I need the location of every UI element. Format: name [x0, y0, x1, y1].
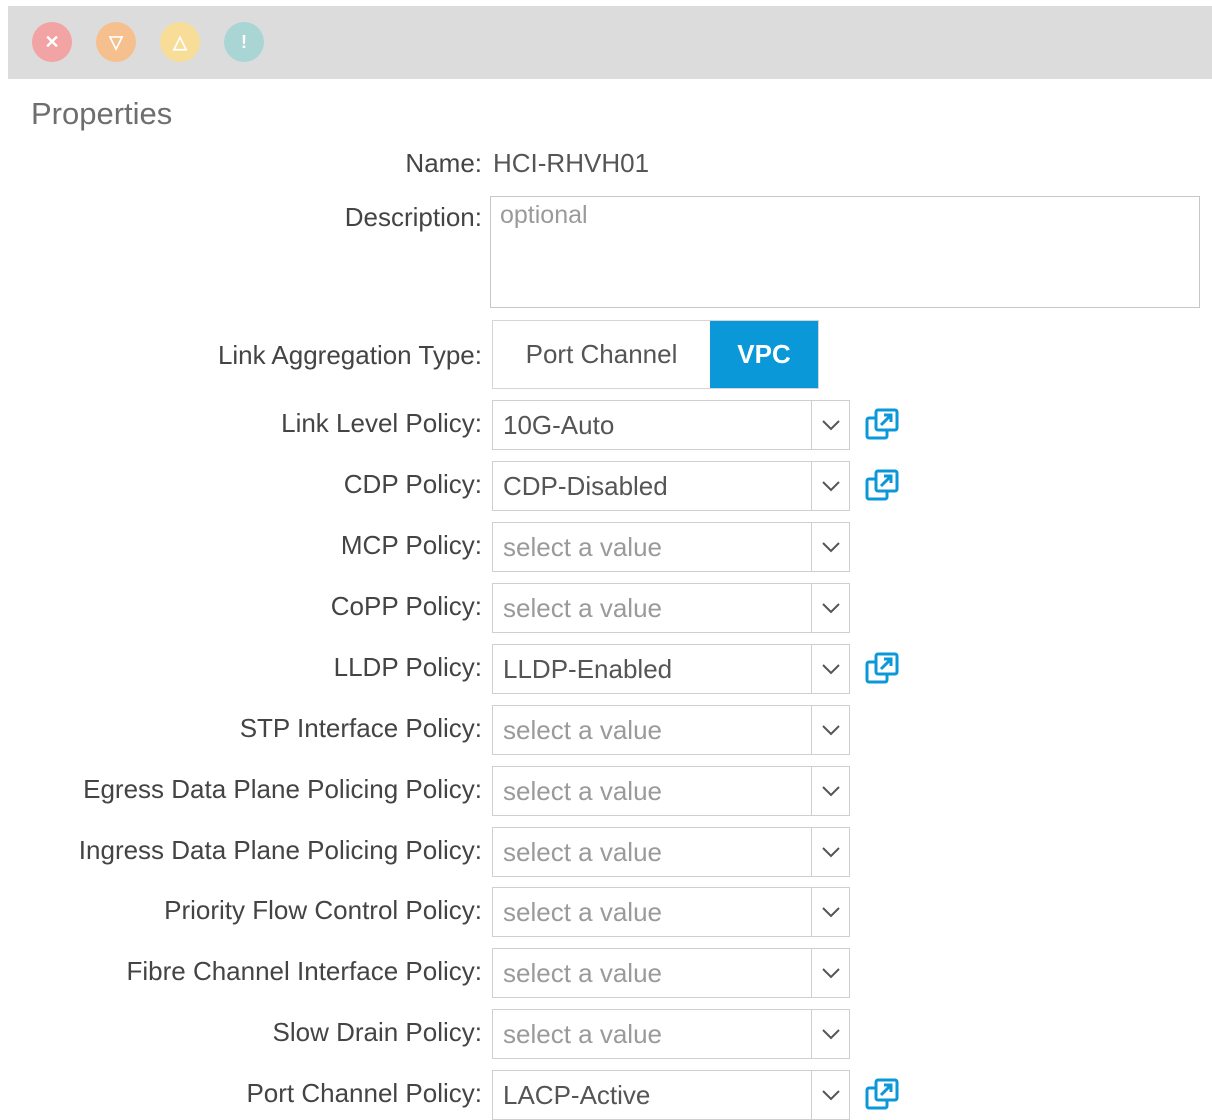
lldp-policy-select[interactable]: LLDP-Enabled: [492, 644, 850, 694]
open-policy-icon[interactable]: [864, 1077, 900, 1113]
select-value: select a value: [503, 836, 662, 867]
name-value: HCI-RHVH01: [493, 148, 650, 178]
critical-fault-icon[interactable]: ✕: [32, 22, 72, 62]
vpc-option[interactable]: VPC: [710, 321, 818, 388]
chevron-down-icon[interactable]: [811, 1010, 849, 1058]
select-value: select a value: [503, 592, 662, 623]
select-value: select a value: [503, 957, 662, 988]
open-policy-icon[interactable]: [864, 407, 900, 443]
cdp-policy-select[interactable]: CDP-Disabled: [492, 461, 850, 511]
link-aggregation-type-toggle: Port Channel VPC: [492, 320, 819, 389]
ingress-data-plane-policing-policy-select[interactable]: select a value: [492, 827, 850, 877]
chevron-down-icon[interactable]: [811, 645, 849, 693]
select-value: select a value: [503, 1018, 662, 1049]
lldp-policy-label: LLDP Policy:: [333, 652, 482, 682]
copp-policy-label: CoPP Policy:: [330, 591, 482, 621]
description-input[interactable]: [490, 196, 1200, 308]
slow-drain-policy-label: Slow Drain Policy:: [272, 1017, 482, 1047]
description-label: Description:: [344, 202, 482, 232]
open-policy-icon[interactable]: [864, 468, 900, 504]
link-aggregation-type-label: Link Aggregation Type:: [217, 340, 482, 370]
priority-flow-control-policy-label: Priority Flow Control Policy:: [164, 895, 482, 925]
section-title: Properties: [31, 96, 173, 131]
chevron-down-icon[interactable]: [811, 462, 849, 510]
open-policy-icon[interactable]: [864, 651, 900, 687]
link-level-policy-label: Link Level Policy:: [281, 408, 482, 438]
select-value: select a value: [503, 531, 662, 562]
chevron-down-icon[interactable]: [811, 401, 849, 449]
cdp-policy-label: CDP Policy:: [343, 469, 482, 499]
chevron-down-icon[interactable]: [811, 1071, 849, 1119]
copp-policy-select[interactable]: select a value: [492, 583, 850, 633]
select-value: 10G-Auto: [503, 409, 615, 440]
select-value: select a value: [503, 714, 662, 745]
select-value: LLDP-Enabled: [503, 653, 673, 684]
mcp-policy-select[interactable]: select a value: [492, 522, 850, 572]
chevron-down-icon[interactable]: [811, 584, 849, 632]
major-fault-icon[interactable]: ▽: [96, 22, 136, 62]
fibre-channel-interface-policy-select[interactable]: select a value: [492, 948, 850, 998]
ingress-data-plane-policing-policy-label: Ingress Data Plane Policing Policy:: [78, 835, 482, 865]
warning-fault-icon[interactable]: !: [224, 22, 264, 62]
select-value: CDP-Disabled: [503, 470, 668, 501]
port-channel-policy-label: Port Channel Policy:: [246, 1078, 482, 1108]
port-channel-policy-select[interactable]: LACP-Active: [492, 1070, 850, 1120]
chevron-down-icon[interactable]: [811, 888, 849, 936]
chevron-down-icon[interactable]: [811, 767, 849, 815]
priority-flow-control-policy-select[interactable]: select a value: [492, 887, 850, 937]
select-value: select a value: [503, 896, 662, 927]
fibre-channel-interface-policy-label: Fibre Channel Interface Policy:: [126, 956, 482, 986]
slow-drain-policy-select[interactable]: select a value: [492, 1009, 850, 1059]
stp-interface-policy-select[interactable]: select a value: [492, 705, 850, 755]
chevron-down-icon[interactable]: [811, 523, 849, 571]
chevron-down-icon[interactable]: [811, 949, 849, 997]
select-value: select a value: [503, 775, 662, 806]
link-level-policy-select[interactable]: 10G-Auto: [492, 400, 850, 450]
chevron-down-icon[interactable]: [811, 828, 849, 876]
mcp-policy-label: MCP Policy:: [340, 530, 482, 560]
stp-interface-policy-label: STP Interface Policy:: [239, 713, 482, 743]
port-channel-option[interactable]: Port Channel: [493, 321, 710, 388]
minor-fault-icon[interactable]: △: [160, 22, 200, 62]
select-value: LACP-Active: [503, 1079, 651, 1110]
egress-data-plane-policing-policy-label: Egress Data Plane Policing Policy:: [83, 774, 482, 804]
chevron-down-icon[interactable]: [811, 706, 849, 754]
egress-data-plane-policing-policy-select[interactable]: select a value: [492, 766, 850, 816]
name-label: Name:: [405, 148, 482, 178]
